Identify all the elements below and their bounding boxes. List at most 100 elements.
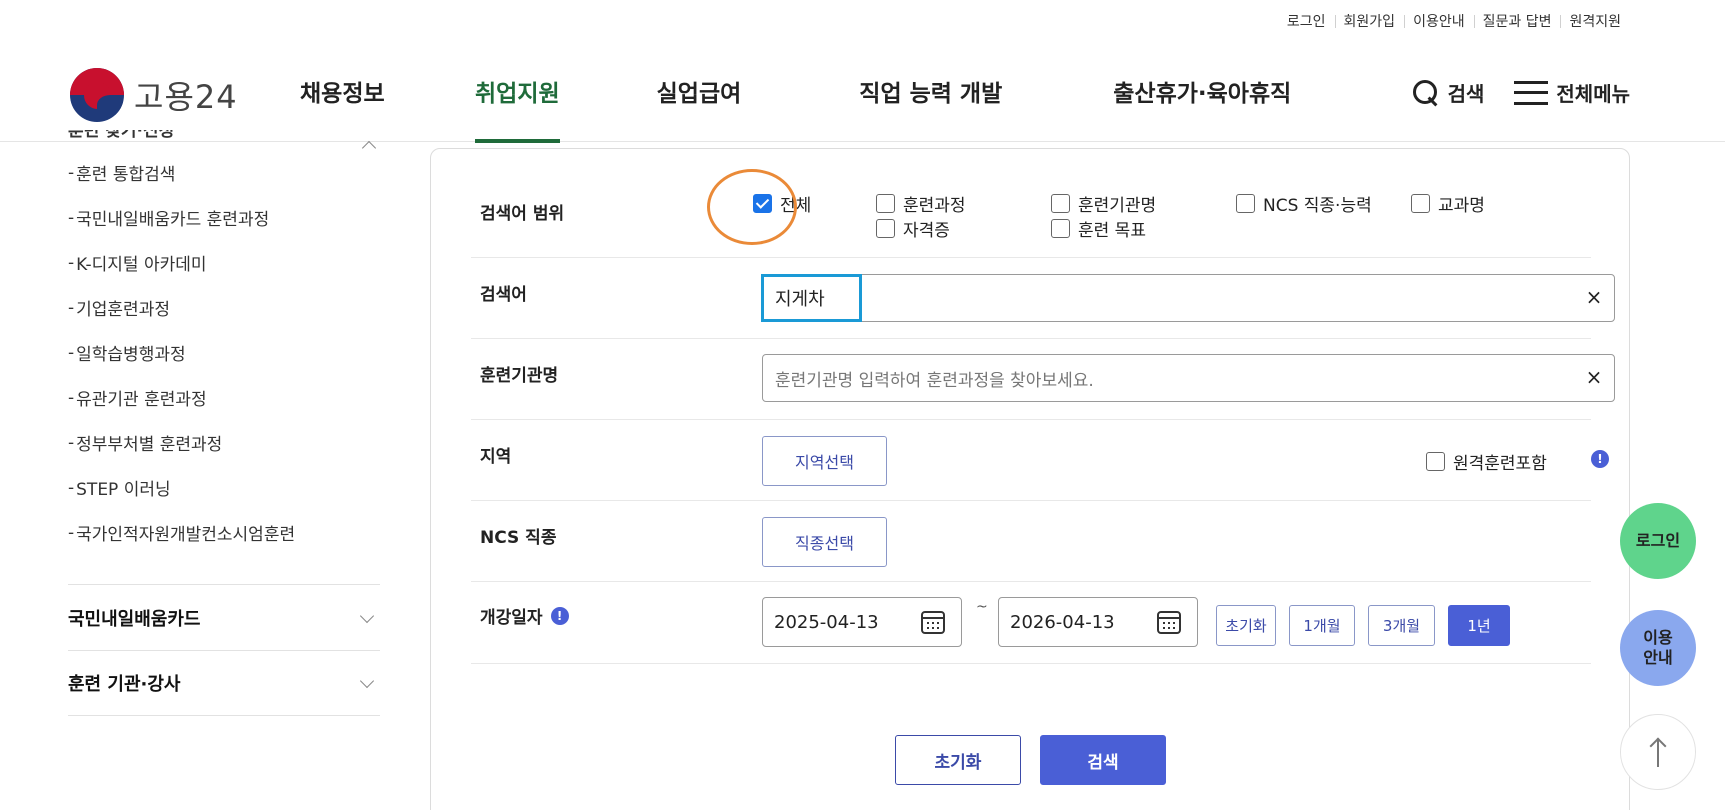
end-date-value: 2026-04-13 xyxy=(1010,611,1115,633)
date-reset-button[interactable]: 초기화 xyxy=(1216,605,1276,646)
start-date-label: 개강일자 xyxy=(480,608,543,628)
sidebar-item-work-study[interactable]: 일학습병행과정 xyxy=(68,330,380,375)
nav-job-info[interactable]: 채용정보 xyxy=(300,40,420,142)
nav-unemployment-benefit[interactable]: 실업급여 xyxy=(657,40,742,142)
sidebar-group-naeil-card[interactable]: 국민내일배움카드 xyxy=(68,584,380,650)
guide-line-2: 안내 xyxy=(1643,648,1673,667)
scope-certificate-checkbox[interactable]: 자격증 xyxy=(876,216,950,241)
checkbox-icon xyxy=(1426,452,1445,471)
checkbox-icon xyxy=(876,219,895,238)
floating-login-button[interactable]: 로그인 xyxy=(1620,503,1696,579)
chevron-down-icon xyxy=(359,673,375,689)
logo-text: 고용24 xyxy=(134,78,238,116)
calendar-icon[interactable] xyxy=(921,611,945,634)
scope-row: 검색어 범위 전체 훈련과정 자격증 훈련기관명 훈련 목표 NCS 직종·능력… xyxy=(471,169,1591,258)
calendar-icon[interactable] xyxy=(1157,611,1181,634)
sidebar-item-naeil-card-course[interactable]: 국민내일배움카드 훈련과정 xyxy=(68,195,380,240)
util-remote-support-link[interactable]: 원격지원 xyxy=(1560,11,1630,31)
nav-employment-support[interactable]: 취업지원 xyxy=(475,40,560,143)
sidebar-group-label: 훈련 기관·강사 xyxy=(68,674,181,695)
checkbox-label: 훈련과정 xyxy=(903,196,966,216)
header-search-button[interactable]: 검색 xyxy=(1412,78,1485,107)
scope-ncs-checkbox[interactable]: NCS 직종·능력 xyxy=(1236,191,1372,216)
institution-input[interactable]: 훈련기관명 입력하여 훈련과정을 찾아보세요. × xyxy=(762,354,1615,402)
region-row: 지역 지역선택 원격훈련포함 ! xyxy=(471,420,1609,501)
sidebar-item-related-agency[interactable]: 유관기관 훈련과정 xyxy=(68,375,380,420)
start-date-label-wrap: 개강일자 ! xyxy=(480,603,569,628)
end-date-input[interactable]: 2026-04-13 xyxy=(998,597,1198,647)
institution-label: 훈련기관명 xyxy=(480,366,559,386)
search-form-panel: 검색어 범위 전체 훈련과정 자격증 훈련기관명 훈련 목표 NCS 직종·능력… xyxy=(430,148,1630,810)
scope-course-checkbox[interactable]: 훈련과정 xyxy=(876,191,966,216)
scope-all-checkbox[interactable]: 전체 xyxy=(753,191,811,216)
keyword-value: 지게차 xyxy=(775,289,825,310)
nav-skills-development[interactable]: 직업 능력 개발 xyxy=(859,40,1002,142)
site-logo[interactable]: 고용24 xyxy=(70,68,238,122)
ncs-row: NCS 직종 직종선택 xyxy=(471,501,1591,582)
institution-row: 훈련기관명 훈련기관명 입력하여 훈련과정을 찾아보세요. × xyxy=(471,339,1615,420)
main-nav: 채용정보 취업지원 실업급여 직업 능력 개발 출산휴가·육아휴직 xyxy=(300,40,1291,143)
checkbox-icon xyxy=(1051,194,1070,213)
checkbox-icon xyxy=(1051,219,1070,238)
sidebar-item-ministry-training[interactable]: 정부부처별 훈련과정 xyxy=(68,420,380,465)
sidebar-item-corporate-training[interactable]: 기업훈련과정 xyxy=(68,285,380,330)
date-1-month-button[interactable]: 1개월 xyxy=(1289,605,1355,646)
checkbox-label: 교과명 xyxy=(1438,196,1485,216)
header-search-label: 검색 xyxy=(1447,82,1485,106)
checkbox-icon xyxy=(876,194,895,213)
start-date-value: 2025-04-13 xyxy=(774,611,879,633)
remote-training-checkbox[interactable]: 원격훈련포함 xyxy=(1426,449,1547,474)
chevron-down-icon xyxy=(359,608,375,623)
scroll-to-top-button[interactable] xyxy=(1620,714,1696,790)
full-menu-button[interactable]: 전체메뉴 xyxy=(1514,78,1630,107)
util-signup-link[interactable]: 회원가입 xyxy=(1334,11,1405,31)
institution-placeholder: 훈련기관명 입력하여 훈련과정을 찾아보세요. xyxy=(775,370,1094,391)
sidebar-item-k-digital-academy[interactable]: K-디지털 아카데미 xyxy=(68,240,380,285)
checkbox-checked-icon xyxy=(753,194,772,213)
clear-institution-icon[interactable]: × xyxy=(1584,367,1604,387)
checkbox-label: 자격증 xyxy=(903,221,950,241)
scope-institution-checkbox[interactable]: 훈련기관명 xyxy=(1051,191,1156,216)
nav-parental-leave[interactable]: 출산휴가·육아휴직 xyxy=(1113,40,1291,142)
scope-subject-checkbox[interactable]: 교과명 xyxy=(1411,191,1485,216)
scope-goal-checkbox[interactable]: 훈련 목표 xyxy=(1051,216,1146,241)
government-emblem-icon xyxy=(70,68,124,122)
date-3-months-button[interactable]: 3개월 xyxy=(1368,605,1435,646)
start-date-input[interactable]: 2025-04-13 xyxy=(762,597,962,647)
sidebar-sub-list: 훈련 통합검색 국민내일배움카드 훈련과정 K-디지털 아카데미 기업훈련과정 … xyxy=(68,150,380,555)
sidebar-item-integrated-search[interactable]: 훈련 통합검색 xyxy=(68,150,380,195)
date-range-separator: ~ xyxy=(976,599,988,615)
hamburger-menu-icon xyxy=(1514,80,1549,105)
ncs-label: NCS 직종 xyxy=(480,528,557,548)
util-guide-link[interactable]: 이용안내 xyxy=(1404,11,1474,31)
left-sidebar: 훈련 통합검색 국민내일배움카드 훈련과정 K-디지털 아카데미 기업훈련과정 … xyxy=(68,142,380,716)
sidebar-group-institution-instructor[interactable]: 훈련 기관·강사 xyxy=(68,650,380,716)
guide-line-1: 이용 xyxy=(1643,628,1673,647)
floating-guide-label: 이용 안내 xyxy=(1643,628,1672,668)
reset-button[interactable]: 초기화 xyxy=(895,735,1021,785)
keyword-label: 검색어 xyxy=(480,285,527,305)
info-icon[interactable]: ! xyxy=(550,606,569,625)
sidebar-item-consortium-training[interactable]: 국가인적자원개발컨소시엄훈련 xyxy=(68,510,380,555)
info-icon[interactable]: ! xyxy=(1591,450,1609,468)
checkbox-label: 훈련기관명 xyxy=(1078,196,1157,216)
global-navigation: 고용24 채용정보 취업지원 실업급여 직업 능력 개발 출산휴가·육아휴직 검… xyxy=(0,40,1725,143)
scope-label: 검색어 범위 xyxy=(480,204,565,224)
checkbox-icon xyxy=(1236,194,1255,213)
date-1-year-button[interactable]: 1년 xyxy=(1448,605,1510,646)
start-date-row: 개강일자 ! 2025-04-13 ~ 2026-04-13 초기화 1개월 3… xyxy=(471,582,1591,664)
util-qna-link[interactable]: 질문과 답변 xyxy=(1473,11,1561,31)
checkbox-label: NCS 직종·능력 xyxy=(1263,196,1372,216)
region-select-button[interactable]: 지역선택 xyxy=(762,436,887,486)
util-login-link[interactable]: 로그인 xyxy=(1278,11,1335,31)
sidebar-item-step-elearning[interactable]: STEP 이러닝 xyxy=(68,465,380,510)
clear-keyword-icon[interactable]: × xyxy=(1584,287,1604,307)
search-icon xyxy=(1412,79,1440,107)
sidebar-group-label: 국민내일배움카드 xyxy=(68,608,201,630)
floating-guide-button[interactable]: 이용 안내 xyxy=(1620,610,1696,686)
keyword-input[interactable]: 지게차 × xyxy=(762,274,1615,322)
ncs-select-button[interactable]: 직종선택 xyxy=(762,517,887,567)
arrow-up-icon xyxy=(1648,737,1668,767)
keyword-row: 검색어 지게차 × xyxy=(471,258,1615,339)
search-button[interactable]: 검색 xyxy=(1040,735,1166,785)
